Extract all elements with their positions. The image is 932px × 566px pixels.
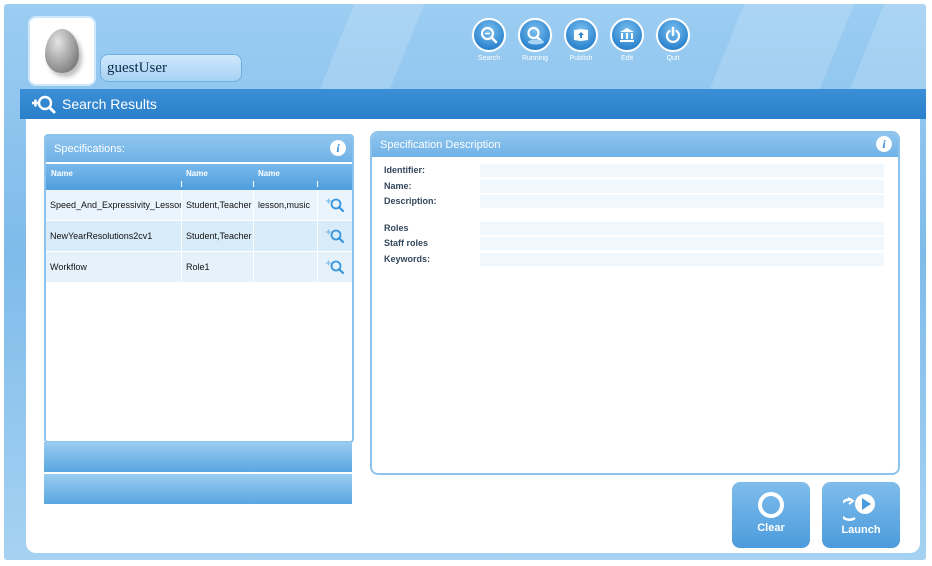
info-icon[interactable]: i <box>330 140 346 156</box>
field-label: Staff roles <box>384 238 429 248</box>
table-row[interactable]: NewYearResolutions2cv1 Student,Teacher <box>46 221 352 252</box>
field-label: Roles <box>384 223 409 233</box>
page-title: Search Results <box>62 96 157 112</box>
table-row[interactable]: Speed_And_Expressivity_Lesson Student,Te… <box>46 190 352 221</box>
field-name: Name: <box>384 179 884 193</box>
launch-icon <box>843 494 875 521</box>
running-icon <box>518 18 552 52</box>
nav-quit-label: Quit <box>666 55 680 62</box>
field-value <box>480 163 884 177</box>
cell-name: Speed_And_Expressivity_Lesson <box>50 200 181 210</box>
view-spec-icon[interactable] <box>317 252 352 282</box>
field-value <box>480 252 884 266</box>
app-window: guestUser Search Running Publish Edit Qu… <box>4 4 926 560</box>
nav-publish-label: Publish <box>569 55 593 62</box>
nav-running-button[interactable]: Running <box>512 18 558 62</box>
nav-running-label: Running <box>521 55 549 62</box>
cell-roles: Role1 <box>181 252 253 282</box>
username-field: guestUser <box>100 54 242 82</box>
description-header: Specification Description i <box>372 133 898 157</box>
power-icon <box>656 18 690 52</box>
title-bar: Search Results <box>20 89 926 119</box>
nav-search-label: Search <box>477 55 501 62</box>
field-label: Identifier: <box>384 165 426 175</box>
nav-search-button[interactable]: Search <box>466 18 512 62</box>
search-icon <box>472 18 506 52</box>
launch-button[interactable]: Launch <box>822 482 900 548</box>
avatar-egg-image <box>45 29 79 73</box>
nav-edit-label: Edit <box>620 55 634 62</box>
search-results-icon <box>32 95 56 114</box>
description-title: Specification Description <box>380 139 501 151</box>
view-spec-icon[interactable] <box>317 221 352 251</box>
field-description: Description: <box>384 194 884 208</box>
specifications-title: Specifications: <box>54 143 125 155</box>
clear-icon <box>758 492 784 518</box>
edit-icon <box>610 18 644 52</box>
cell-keywords <box>253 252 317 282</box>
field-label: Keywords: <box>384 254 431 264</box>
field-value <box>480 236 884 250</box>
column-header-name[interactable]: Name <box>46 164 181 190</box>
main-panel: Specifications: i Name Name Name Speed_A… <box>26 119 920 553</box>
field-identifier: Identifier: <box>384 163 884 177</box>
nav-edit-button[interactable]: Edit <box>604 18 650 62</box>
specifications-header: Specifications: i <box>46 136 352 162</box>
field-label: Description: <box>384 196 437 206</box>
view-spec-icon[interactable] <box>317 190 352 220</box>
field-staff-roles: Staff roles <box>384 236 884 250</box>
cell-roles: Student,Teacher <box>181 190 253 220</box>
field-roles: Roles <box>384 221 884 235</box>
publish-icon <box>564 18 598 52</box>
launch-label: Launch <box>841 524 881 536</box>
description-panel: Specification Description i Identifier: … <box>370 131 900 475</box>
specifications-footer-bar <box>44 474 352 504</box>
field-value <box>480 221 884 235</box>
specifications-panel: Specifications: i Name Name Name Speed_A… <box>44 134 354 443</box>
cell-name: Workflow <box>50 262 87 272</box>
clear-label: Clear <box>757 522 785 534</box>
column-header-keywords[interactable]: Name <box>253 164 317 190</box>
specifications-footer-bar <box>44 442 352 472</box>
cell-roles: Student,Teacher <box>181 221 253 251</box>
table-row[interactable]: Workflow Role1 <box>46 252 352 283</box>
field-label: Name: <box>384 181 412 191</box>
column-header-actions <box>317 164 352 190</box>
field-keywords: Keywords: <box>384 252 884 266</box>
info-icon[interactable]: i <box>876 136 892 152</box>
cell-keywords <box>253 221 317 251</box>
nav-publish-button[interactable]: Publish <box>558 18 604 62</box>
field-value <box>480 194 884 208</box>
cell-name: NewYearResolutions2cv1 <box>50 231 153 241</box>
avatar[interactable] <box>30 18 94 84</box>
cell-keywords: lesson,music <box>253 190 317 220</box>
nav-quit-button[interactable]: Quit <box>650 18 696 62</box>
clear-button[interactable]: Clear <box>732 482 810 548</box>
table-header: Name Name Name <box>46 164 352 190</box>
field-value <box>480 179 884 193</box>
column-header-roles[interactable]: Name <box>181 164 253 190</box>
